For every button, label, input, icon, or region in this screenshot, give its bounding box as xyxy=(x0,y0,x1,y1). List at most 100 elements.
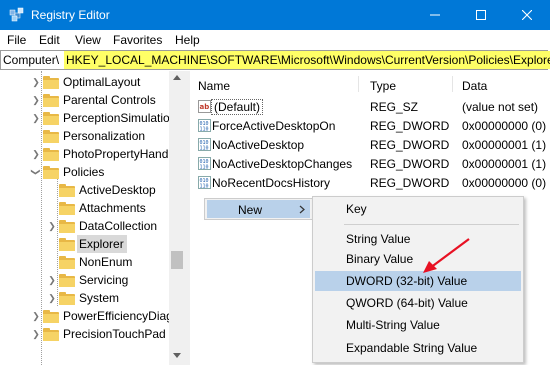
tree-item-perceptionsimulation[interactable]: ❯ PerceptionSimulatio xyxy=(0,109,170,127)
column-divider[interactable] xyxy=(358,76,359,92)
value-name: (Default) xyxy=(211,99,264,115)
value-row[interactable]: ab (Default) REG_SZ (value not set) xyxy=(190,98,550,117)
address-path[interactable]: HKEY_LOCAL_MACHINE\SOFTWARE\Microsoft\Wi… xyxy=(64,51,550,69)
submenu-item-label: Multi-String Value xyxy=(346,318,440,332)
address-bar[interactable]: Computer\ HKEY_LOCAL_MACHINE\SOFTWARE\Mi… xyxy=(0,50,550,70)
chevron-right-icon[interactable]: ❯ xyxy=(31,311,41,321)
column-divider[interactable] xyxy=(452,76,453,92)
window-title: Registry Editor xyxy=(31,8,110,22)
folder-icon xyxy=(43,130,59,143)
tree-item-label: DataCollection xyxy=(79,219,158,233)
scrollbar-thumb[interactable] xyxy=(171,251,183,269)
key-tree[interactable]: ❯ OptimalLayout ❯ Parental Controls ❯ Pe… xyxy=(0,71,185,365)
string-value-icon: ab xyxy=(198,100,211,113)
chevron-right-icon[interactable]: ❯ xyxy=(47,275,57,285)
tree-item-parental-controls[interactable]: ❯ Parental Controls xyxy=(0,91,169,109)
menu-help[interactable]: Help xyxy=(175,33,200,47)
context-menu-item-new[interactable]: New xyxy=(207,200,310,218)
folder-icon xyxy=(43,328,59,341)
folder-icon xyxy=(59,292,75,305)
context-menu: New xyxy=(204,198,313,220)
submenu-item-label: Expandable String Value xyxy=(346,341,478,355)
svg-text:ab: ab xyxy=(200,103,210,111)
chevron-right-icon[interactable]: ❯ xyxy=(31,95,41,105)
value-data: 0x00000000 (0) xyxy=(462,176,547,190)
tree-item-activedesktop[interactable]: ActiveDesktop xyxy=(0,181,169,199)
tree-item-explorer[interactable]: Explorer xyxy=(0,235,169,253)
folder-icon xyxy=(59,238,75,251)
menu-edit[interactable]: Edit xyxy=(39,33,60,47)
tree-item-servicing[interactable]: ❯ Servicing xyxy=(0,271,169,289)
value-row[interactable]: 010 110 NoActiveDesktopChanges REG_DWORD… xyxy=(190,155,550,174)
submenu-item-label: Binary Value xyxy=(346,252,414,266)
menu-file[interactable]: File xyxy=(7,33,26,47)
submenu-item-key[interactable]: Key xyxy=(315,199,521,219)
folder-icon xyxy=(43,76,59,89)
submenu-item-qword-value[interactable]: QWORD (64-bit) Value xyxy=(315,293,521,313)
tree-item-optimallayout[interactable]: ❯ OptimalLayout xyxy=(0,73,169,91)
red-arrow-annotation xyxy=(423,238,470,273)
scroll-up-icon[interactable] xyxy=(173,74,181,80)
chevron-right-icon[interactable]: ❯ xyxy=(47,293,57,303)
title-bar: Registry Editor xyxy=(0,0,550,30)
value-type: REG_DWORD xyxy=(370,119,450,133)
chevron-right-icon[interactable]: ❯ xyxy=(31,149,41,159)
value-name: NoActiveDesktop xyxy=(212,138,305,152)
chevron-right-icon[interactable]: ❯ xyxy=(47,221,57,231)
svg-text:110: 110 xyxy=(200,146,209,152)
value-name: ForceActiveDesktopOn xyxy=(212,119,336,133)
column-header-name[interactable]: Name xyxy=(198,79,230,93)
folder-icon xyxy=(59,184,75,197)
binary-value-icon: 010 110 xyxy=(198,157,211,170)
submenu-item-dword-value[interactable]: DWORD (32-bit) Value xyxy=(315,271,521,291)
tree-item-powerefficiencydiagnostics[interactable]: ❯ PowerEfficiencyDiag xyxy=(0,307,173,325)
tree-item-precisiontouchpad[interactable]: ❯ PrecisionTouchPad xyxy=(0,325,169,343)
chevron-right-icon[interactable]: ❯ xyxy=(31,77,41,87)
maximize-button[interactable] xyxy=(458,0,504,30)
folder-icon xyxy=(43,112,59,125)
menu-separator xyxy=(344,224,519,225)
tree-item-label: PhotoPropertyHandl xyxy=(63,147,172,161)
chevron-right-icon[interactable]: ❯ xyxy=(31,113,41,123)
tree-item-personalization[interactable]: Personalization xyxy=(0,127,169,145)
value-type: REG_DWORD xyxy=(370,176,450,190)
close-button[interactable] xyxy=(504,0,550,30)
folder-icon xyxy=(43,310,59,323)
tree-item-label: PerceptionSimulatio xyxy=(63,111,170,125)
tree-item-label: PowerEfficiencyDiag xyxy=(63,309,173,323)
menu-view[interactable]: View xyxy=(75,33,101,47)
value-row[interactable]: 010 110 NoRecentDocsHistory REG_DWORD 0x… xyxy=(190,174,550,193)
tree-item-attachments[interactable]: Attachments xyxy=(0,199,169,217)
scroll-down-icon[interactable] xyxy=(173,353,181,359)
column-header-data[interactable]: Data xyxy=(462,79,487,93)
registry-editor-icon xyxy=(9,7,24,22)
submenu-item-expandable-string-value[interactable]: Expandable String Value xyxy=(315,338,521,358)
folder-icon xyxy=(59,202,75,215)
close-icon xyxy=(521,9,533,21)
submenu-item-binary-value[interactable]: Binary Value xyxy=(315,249,521,269)
value-row[interactable]: 010 110 NoActiveDesktop REG_DWORD 0x0000… xyxy=(190,136,550,155)
tree-item-system[interactable]: ❯ System xyxy=(0,289,169,307)
value-data: 0x00000001 (1) xyxy=(462,157,547,171)
menu-favorites[interactable]: Favorites xyxy=(113,33,162,47)
submenu-item-multi-string-value[interactable]: Multi-String Value xyxy=(315,315,521,335)
value-type: REG_DWORD xyxy=(370,138,450,152)
tree-item-policies[interactable]: ❯ Policies xyxy=(0,163,169,181)
svg-text:110: 110 xyxy=(200,184,209,190)
chevron-down-icon[interactable]: ❯ xyxy=(31,167,41,177)
submenu-item-string-value[interactable]: String Value xyxy=(315,229,521,249)
column-header-type[interactable]: Type xyxy=(370,79,396,93)
tree-item-label: Servicing xyxy=(79,273,129,287)
minimize-button[interactable] xyxy=(412,0,458,30)
chevron-right-icon[interactable]: ❯ xyxy=(31,329,41,339)
binary-value-icon: 010 110 xyxy=(198,176,211,189)
submenu-item-label: QWORD (64-bit) Value xyxy=(346,296,468,310)
tree-item-photopropertyhandler[interactable]: ❯ PhotoPropertyHandl xyxy=(0,145,172,163)
tree-item-label: NonEnum xyxy=(79,255,133,269)
tree-item-label: Explorer xyxy=(79,237,124,251)
tree-scrollbar[interactable] xyxy=(169,71,185,365)
value-row[interactable]: 010 110 ForceActiveDesktopOn REG_DWORD 0… xyxy=(190,117,550,136)
tree-item-datacollection[interactable]: ❯ DataCollection xyxy=(0,217,169,235)
tree-item-label: OptimalLayout xyxy=(63,75,141,89)
tree-item-nonenum[interactable]: NonEnum xyxy=(0,253,169,271)
